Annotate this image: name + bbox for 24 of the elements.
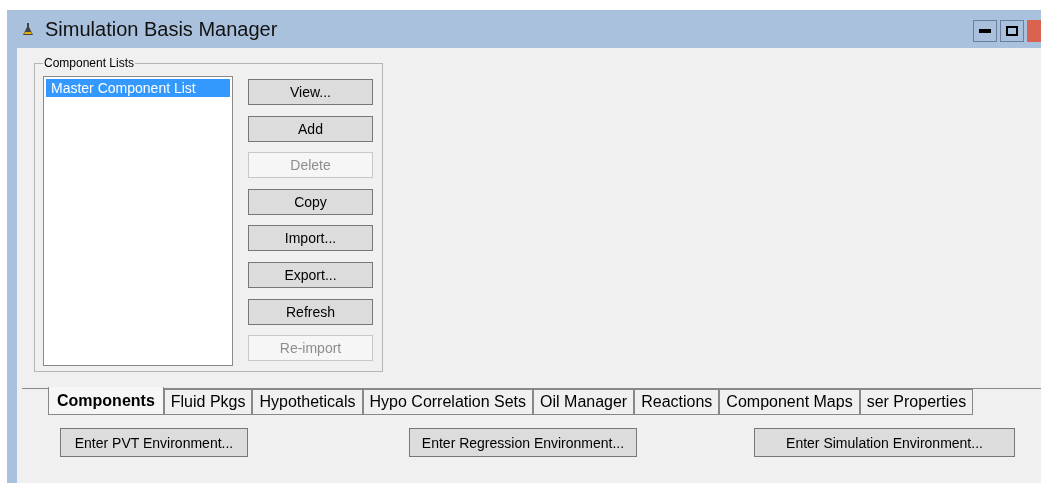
maximize-button[interactable]	[1000, 20, 1024, 42]
action-button[interactable]: Copy	[248, 188, 373, 215]
tab[interactable]: Fluid Pkgs	[163, 389, 253, 415]
tab[interactable]: ser Properties	[859, 389, 974, 415]
group-label: Component Lists	[43, 56, 136, 70]
tab[interactable]: Hypotheticals	[252, 389, 363, 415]
minimize-button[interactable]	[973, 20, 997, 42]
action-button[interactable]: Import...	[248, 225, 373, 252]
maximize-icon	[1006, 26, 1018, 36]
minimize-icon	[979, 29, 991, 33]
tab[interactable]: Hypo Correlation Sets	[362, 389, 534, 415]
window-title: Simulation Basis Manager	[45, 17, 278, 41]
tab[interactable]: Reactions	[634, 389, 720, 415]
tab[interactable]: Oil Manager	[533, 389, 635, 415]
action-button[interactable]: Refresh	[248, 298, 373, 325]
environment-button[interactable]: Enter Regression Environment...	[409, 428, 637, 457]
action-button[interactable]: Export...	[248, 261, 373, 288]
action-button[interactable]: View...	[248, 79, 373, 105]
flask-icon	[23, 23, 33, 35]
environment-button[interactable]: Enter Simulation Environment...	[754, 428, 1015, 457]
action-button[interactable]: Add	[248, 115, 373, 142]
tab[interactable]: Component Maps	[719, 389, 860, 415]
tab[interactable]: Components	[48, 387, 164, 415]
environment-button[interactable]: Enter PVT Environment...	[60, 428, 248, 457]
